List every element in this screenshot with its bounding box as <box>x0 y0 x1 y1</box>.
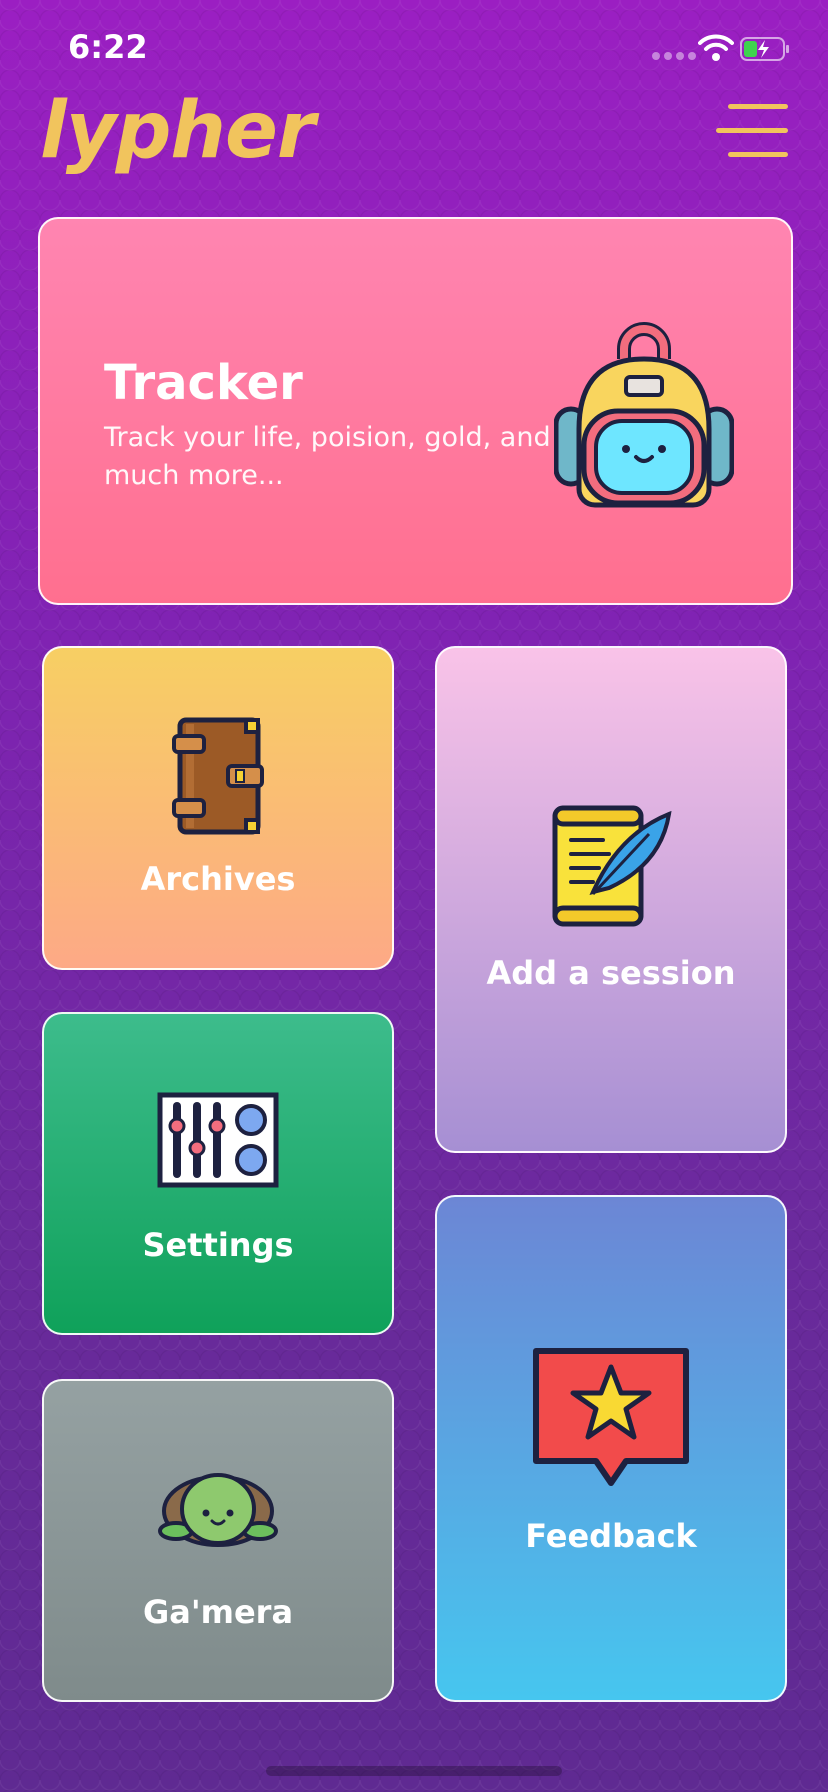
home-indicator[interactable] <box>266 1766 562 1776</box>
scroll-quill-icon <box>552 805 672 927</box>
archives-tile[interactable]: Archives <box>42 646 394 970</box>
battery-icon <box>740 37 789 61</box>
wifi-icon <box>698 34 734 61</box>
status-time: 6:22 <box>68 28 148 66</box>
settings-label: Settings <box>142 1226 294 1264</box>
settings-tile[interactable]: Settings <box>42 1012 394 1335</box>
feedback-tile[interactable]: Feedback <box>435 1195 787 1702</box>
add-session-label: Add a session <box>486 954 736 992</box>
gamera-label: Ga'mera <box>142 1593 294 1631</box>
tracker-description: Track your life, poision, gold, and much… <box>104 422 551 491</box>
app-logo: lypher <box>40 86 315 176</box>
cellular-signal-icon <box>652 52 696 60</box>
tracker-card[interactable]: Tracker Track your life, poision, gold, … <box>38 217 793 605</box>
book-icon <box>172 717 264 835</box>
star-speech-bubble-icon <box>533 1348 689 1486</box>
gamera-tile[interactable]: Ga'mera <box>42 1379 394 1702</box>
add-session-tile[interactable]: Add a session <box>435 646 787 1153</box>
archives-label: Archives <box>140 860 296 898</box>
backpack-icon <box>554 322 734 508</box>
mixer-sliders-icon <box>157 1092 279 1188</box>
feedback-label: Feedback <box>525 1517 697 1555</box>
hamburger-menu-icon[interactable] <box>716 104 788 160</box>
tracker-title: Tracker <box>104 355 303 411</box>
turtle-icon <box>158 1473 278 1547</box>
status-bar: 6:22 <box>0 0 828 96</box>
